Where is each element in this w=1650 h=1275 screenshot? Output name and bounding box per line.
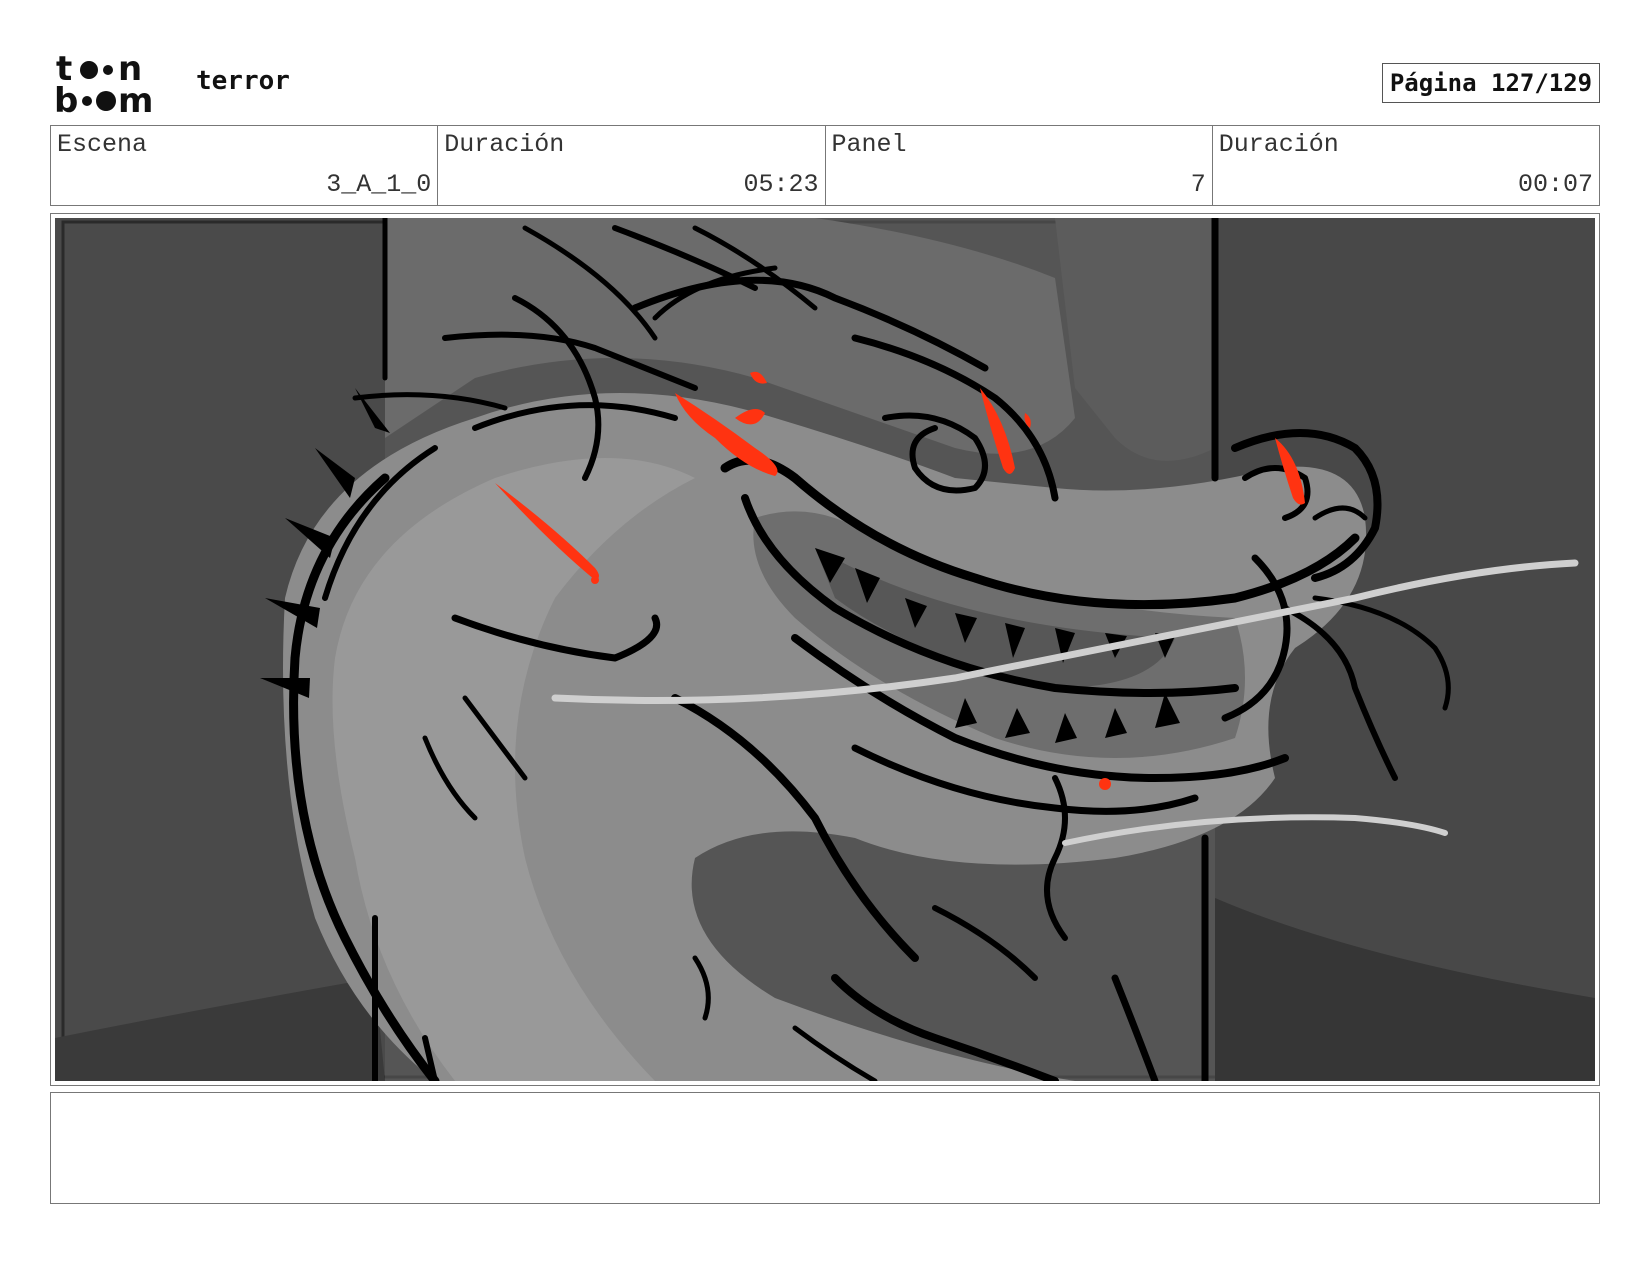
svg-text:b: b (54, 81, 78, 116)
svg-text:m: m (118, 81, 153, 116)
storyboard-panel (50, 213, 1600, 1086)
panel-label: Panel (831, 130, 907, 159)
page-indicator: Página 127/129 (1382, 63, 1600, 103)
panel-value: 7 (1190, 170, 1206, 199)
dragon-sketch-image (55, 218, 1595, 1081)
toon-boom-logo-icon: t n b m (54, 49, 153, 121)
scene-duration-value: 05:23 (743, 170, 819, 199)
panel-duration-label: Duración (1218, 130, 1339, 159)
panel-cell: Panel 7 (826, 126, 1213, 205)
scene-duration-label: Duración (444, 130, 565, 159)
scene-cell: Escena 3_A_1_0 (51, 126, 439, 205)
scene-duration-cell: Duración 05:23 (438, 126, 826, 205)
panel-duration-value: 00:07 (1517, 170, 1593, 199)
panel-duration-cell: Duración 00:07 (1213, 126, 1599, 205)
project-title: terror (196, 66, 290, 96)
scene-label: Escena (57, 130, 148, 159)
panel-notes-box (50, 1092, 1600, 1204)
scene-info-table: Escena 3_A_1_0 Duración 05:23 Panel 7 Du… (50, 125, 1600, 206)
page-label: Página 127/129 (1389, 69, 1593, 97)
toon-boom-logo: t n b m (54, 49, 174, 121)
scene-value: 3_A_1_0 (326, 170, 432, 199)
